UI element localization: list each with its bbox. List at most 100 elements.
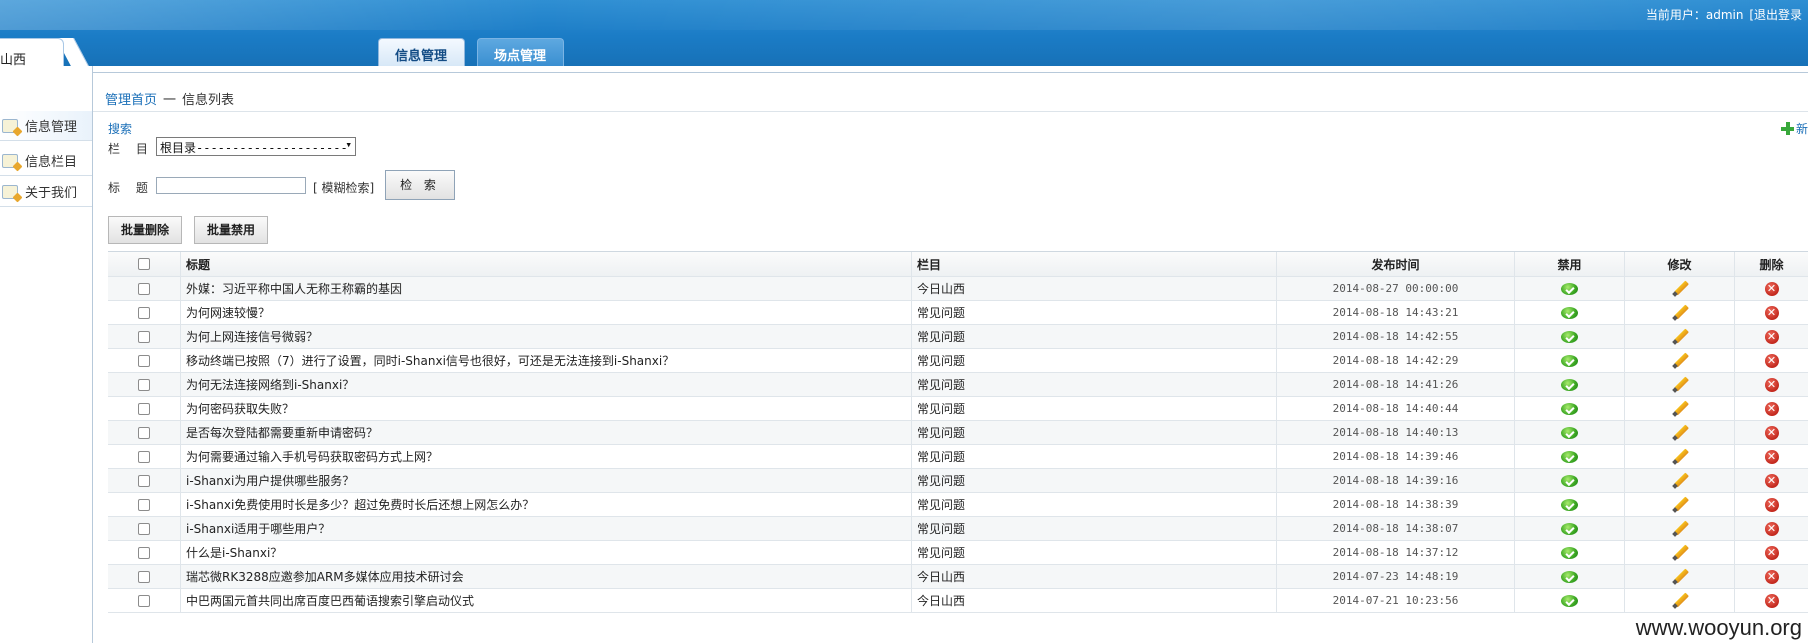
row-title[interactable]: i-Shanxi为用户提供哪些服务？ [181,469,912,492]
delete-icon[interactable]: ✕ [1764,521,1779,536]
edit-pencil-icon[interactable] [1672,425,1688,441]
row-delete-cell: ✕ [1735,349,1808,372]
delete-icon[interactable]: ✕ [1764,281,1779,296]
batch-delete-button[interactable]: 批量删除 [108,216,182,244]
enable-status-icon[interactable] [1561,450,1578,463]
row-title[interactable]: 瑞芯微RK3288应邀参加ARM多媒体应用技术研讨会 [181,565,912,588]
row-edit-cell [1625,301,1735,324]
row-checkbox[interactable] [138,474,150,487]
enable-status-icon[interactable] [1561,474,1578,487]
enable-status-icon[interactable] [1561,402,1578,415]
row-checkbox[interactable] [138,570,150,583]
row-title[interactable]: 什么是i-Shanxi？ [181,541,912,564]
row-title[interactable]: 为何上网连接信号微弱？ [181,325,912,348]
row-checkbox[interactable] [138,426,150,439]
row-edit-cell [1625,277,1735,300]
enable-status-icon[interactable] [1561,522,1578,535]
sidebar-item-info-columns[interactable]: 信息栏目 [0,146,92,176]
enable-status-icon[interactable] [1561,426,1578,439]
batch-disable-button[interactable]: 批量禁用 [194,216,268,244]
row-title[interactable]: 是否每次登陆都需要重新申请密码？ [181,421,912,444]
sidebar-item-info-management[interactable]: 信息管理 [0,111,92,141]
row-checkbox[interactable] [138,378,150,391]
row-checkbox[interactable] [138,450,150,463]
row-checkbox[interactable] [138,306,150,319]
delete-icon[interactable]: ✕ [1764,593,1779,608]
row-delete-cell: ✕ [1735,373,1808,396]
table-row: 为何密码获取失败？ 常见问题 2014-08-18 14:40:44 ✕ [108,397,1808,421]
edit-pencil-icon[interactable] [1672,545,1688,561]
tab-info-management[interactable]: 信息管理 [378,38,465,66]
edit-pencil-icon[interactable] [1672,377,1688,393]
delete-icon[interactable]: ✕ [1764,425,1779,440]
breadcrumb-home-link[interactable]: 管理首页 [105,93,157,108]
enable-status-icon[interactable] [1561,546,1578,559]
enable-status-icon[interactable] [1561,570,1578,583]
row-title[interactable]: 为何需要通过输入手机号码获取密码方式上网？ [181,445,912,468]
search-button[interactable]: 检 索 [385,170,455,200]
delete-icon[interactable]: ✕ [1764,545,1779,560]
enable-status-icon[interactable] [1561,594,1578,607]
row-checkbox[interactable] [138,282,150,295]
enable-status-icon[interactable] [1561,330,1578,343]
row-title[interactable]: 外媒：习近平称中国人无称王称霸的基因 [181,277,912,300]
row-checkbox[interactable] [138,402,150,415]
row-column: 今日山西 [912,277,1277,300]
select-all-checkbox[interactable] [138,258,150,270]
row-delete-cell: ✕ [1735,301,1808,324]
row-checkbox[interactable] [138,546,150,559]
sidebar-item-about-us[interactable]: 关于我们 [0,177,92,207]
enable-status-icon[interactable] [1561,378,1578,391]
enable-status-icon[interactable] [1561,306,1578,319]
row-edit-cell [1625,349,1735,372]
row-title[interactable]: 为何网速较慢？ [181,301,912,324]
row-checkbox[interactable] [138,522,150,535]
edit-pencil-icon[interactable] [1672,281,1688,297]
row-title[interactable]: i-Shanxi适用于哪些用户？ [181,517,912,540]
row-column: 常见问题 [912,349,1277,372]
edit-pencil-icon[interactable] [1672,401,1688,417]
row-disable-cell [1515,541,1625,564]
row-title[interactable]: 为何密码获取失败？ [181,397,912,420]
row-checkbox[interactable] [138,354,150,367]
delete-icon[interactable]: ✕ [1764,377,1779,392]
edit-pencil-icon[interactable] [1672,353,1688,369]
delete-icon[interactable]: ✕ [1764,305,1779,320]
delete-icon[interactable]: ✕ [1764,473,1779,488]
enable-status-icon[interactable] [1561,354,1578,367]
title-input[interactable] [156,177,306,194]
logout-link[interactable]: [退出登录 [1749,8,1802,22]
tab-site-management[interactable]: 场点管理 [477,38,564,66]
add-new-link[interactable]: 新 [1780,120,1808,137]
edit-pencil-icon[interactable] [1672,449,1688,465]
row-title[interactable]: 移动终端已按照（7）进行了设置，同时i-Shanxi信号也很好，可还是无法连接到… [181,349,912,372]
edit-pencil-icon[interactable] [1672,305,1688,321]
row-title[interactable]: 中巴两国元首共同出席百度巴西葡语搜索引擎启动仪式 [181,589,912,612]
row-checkbox[interactable] [138,594,150,607]
row-title[interactable]: i-Shanxi免费使用时长是多少？超过免费时长后还想上网怎么办？ [181,493,912,516]
edit-pencil-icon[interactable] [1672,521,1688,537]
row-title[interactable]: 为何无法连接网络到i-Shanxi？ [181,373,912,396]
edit-pencil-icon[interactable] [1672,569,1688,585]
row-edit-cell [1625,421,1735,444]
enable-status-icon[interactable] [1561,498,1578,511]
delete-icon[interactable]: ✕ [1764,569,1779,584]
edit-pencil-icon[interactable] [1672,473,1688,489]
delete-icon[interactable]: ✕ [1764,353,1779,368]
delete-icon[interactable]: ✕ [1764,449,1779,464]
row-time: 2014-07-21 10:23:56 [1277,589,1515,612]
row-checkbox[interactable] [138,330,150,343]
edit-pencil-icon[interactable] [1672,593,1688,609]
column-select[interactable]: 根目录--------------------- [156,137,356,156]
edit-pencil-icon[interactable] [1672,329,1688,345]
row-checkbox[interactable] [138,498,150,511]
delete-icon[interactable]: ✕ [1764,401,1779,416]
enable-status-icon[interactable] [1561,282,1578,295]
delete-icon[interactable]: ✕ [1764,329,1779,344]
add-new-label: 新 [1795,122,1808,136]
row-select-cell [108,565,181,588]
delete-icon[interactable]: ✕ [1764,497,1779,512]
edit-pencil-icon[interactable] [1672,497,1688,513]
search-toggle-link[interactable]: 搜索 [108,120,132,137]
table-row: 为何需要通过输入手机号码获取密码方式上网？ 常见问题 2014-08-18 14:3… [108,445,1808,469]
